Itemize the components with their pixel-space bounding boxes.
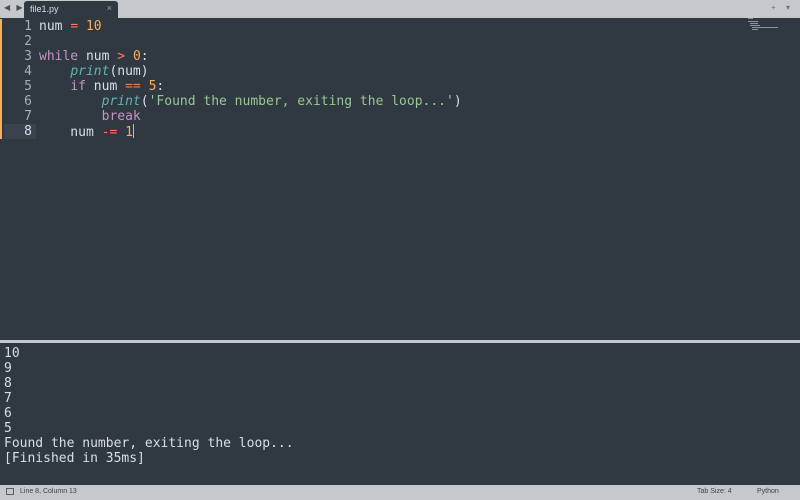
code-token: 'Found the number, exiting the loop...' — [148, 94, 454, 109]
output-line: 7 — [4, 391, 12, 406]
code-line[interactable]: 7 break — [0, 109, 800, 124]
code-text: num -= 1 — [39, 124, 134, 140]
text-cursor — [132, 124, 134, 138]
minimap-line — [750, 23, 758, 24]
line-number[interactable]: 4 — [4, 64, 36, 79]
modified-line-marker — [0, 34, 2, 49]
output-line: 9 — [4, 361, 12, 376]
close-icon[interactable]: × — [107, 3, 112, 13]
code-text: print('Found the number, exiting the loo… — [39, 94, 462, 109]
modified-line-marker — [0, 49, 2, 64]
code-line[interactable]: 2 — [0, 34, 800, 49]
minimap-line — [748, 18, 753, 19]
code-token: : — [140, 49, 149, 64]
code-token: ( — [140, 94, 149, 109]
tab-label: file1.py — [30, 4, 59, 14]
line-number[interactable]: 3 — [4, 49, 36, 64]
code-token: num — [39, 125, 102, 140]
line-number[interactable]: 2 — [4, 34, 36, 49]
code-token: == — [125, 79, 141, 94]
code-line[interactable]: 6 print('Found the number, exiting the l… — [0, 94, 800, 109]
minimap-line — [750, 25, 760, 26]
code-token: -= — [101, 125, 118, 140]
minimap[interactable] — [748, 18, 784, 30]
code-token: = — [70, 19, 79, 34]
code-text: break — [39, 109, 141, 124]
code-token: 1 — [125, 125, 133, 140]
code-token: num — [85, 79, 126, 94]
code-token: print — [101, 94, 141, 109]
line-number[interactable]: 7 — [4, 109, 36, 124]
output-line: Found the number, exiting the loop... — [4, 436, 294, 451]
code-token: (num) — [109, 64, 149, 79]
code-line[interactable]: 3 while num > 0: — [0, 49, 800, 64]
modified-line-marker — [0, 19, 2, 34]
tab-menu-icon[interactable]: + ▾ — [771, 3, 794, 12]
output-line: 6 — [4, 406, 12, 421]
line-number[interactable]: 5 — [4, 79, 36, 94]
tab-size-selector[interactable]: Tab Size: 4 — [697, 488, 732, 495]
build-output-panel[interactable]: 10 9 8 7 6 5 Found the number, exiting the loo… — [0, 340, 800, 485]
code-line[interactable]: 8 num -= 1 — [0, 124, 800, 140]
code-token: 0 — [132, 49, 141, 64]
line-number[interactable]: 8 — [4, 124, 36, 139]
tab-nav-arrows-icon[interactable]: ◀ ▶ — [4, 3, 25, 12]
modified-line-marker — [0, 124, 2, 139]
code-token: > — [117, 49, 126, 64]
code-token: : — [156, 79, 165, 94]
code-text: if num == 5: — [39, 79, 164, 94]
code-token: num — [78, 49, 118, 64]
output-line: [Finished in 35ms] — [4, 451, 145, 466]
code-text: while num > 0: — [39, 49, 149, 64]
code-line[interactable]: 5 if num == 5: — [0, 79, 800, 94]
code-text: print(num) — [39, 64, 149, 79]
code-editor[interactable]: 1 num = 10 2 3 while num > 0: 4 print(num) 5 i… — [0, 18, 800, 340]
code-line[interactable]: 4 print(num) — [0, 64, 800, 79]
output-line: 8 — [4, 376, 12, 391]
code-token: if — [70, 79, 86, 94]
code-token: print — [70, 64, 110, 79]
status-bar: Line 8, Column 13 Tab Size: 4 Python — [0, 485, 800, 500]
modified-line-marker — [0, 79, 2, 94]
modified-line-marker — [0, 94, 2, 109]
code-text: num = 10 — [39, 19, 102, 34]
output-line: 10 — [4, 346, 20, 361]
code-line[interactable]: 1 num = 10 — [0, 19, 800, 34]
code-token: ) — [453, 94, 462, 109]
syntax-selector[interactable]: Python — [757, 488, 779, 495]
code-token: while — [39, 49, 79, 64]
modified-line-marker — [0, 109, 2, 124]
tab-bar: ◀ ▶ file1.py × + ▾ — [0, 0, 800, 19]
line-number[interactable]: 6 — [4, 94, 36, 109]
code-token: num — [39, 19, 63, 34]
tab-file1-py[interactable]: file1.py × — [24, 1, 118, 18]
output-line: 5 — [4, 421, 12, 436]
modified-line-marker — [0, 64, 2, 79]
code-token: 10 — [85, 19, 102, 34]
code-token: break — [101, 109, 141, 124]
panel-toggle-icon[interactable] — [6, 488, 14, 495]
minimap-line — [752, 27, 778, 28]
line-number[interactable]: 1 — [4, 19, 36, 34]
minimap-line — [752, 29, 758, 30]
cursor-position: Line 8, Column 13 — [20, 488, 77, 495]
minimap-line — [748, 21, 758, 22]
